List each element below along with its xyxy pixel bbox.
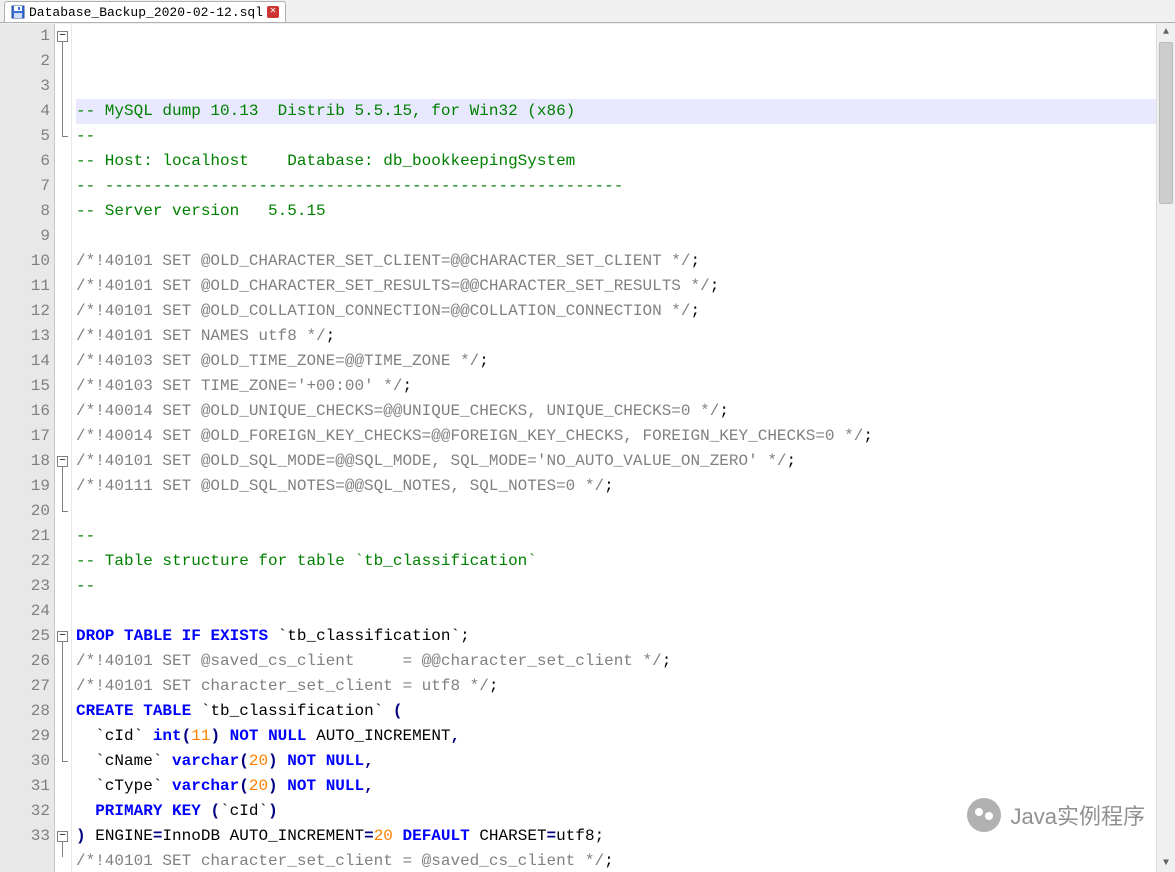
code-line[interactable]: /*!40101 SET @OLD_COLLATION_CONNECTION=@… bbox=[76, 299, 1156, 324]
line-number: 31 bbox=[4, 774, 50, 799]
code-line[interactable]: -- bbox=[76, 524, 1156, 549]
file-tab[interactable]: Database_Backup_2020-02-12.sql ✕ bbox=[4, 1, 286, 22]
line-number: 13 bbox=[4, 324, 50, 349]
line-number: 10 bbox=[4, 249, 50, 274]
active-line-highlight bbox=[72, 24, 1156, 49]
line-number: 7 bbox=[4, 174, 50, 199]
fold-end-mark bbox=[62, 761, 68, 762]
code-editor[interactable]: 1234567891011121314151617181920212223242… bbox=[0, 23, 1175, 872]
fold-column: − − − − bbox=[55, 24, 72, 872]
line-number: 5 bbox=[4, 124, 50, 149]
line-number: 12 bbox=[4, 299, 50, 324]
line-number: 24 bbox=[4, 599, 50, 624]
fold-toggle-icon[interactable]: − bbox=[57, 631, 68, 642]
line-number: 1 bbox=[4, 24, 50, 49]
line-number: 8 bbox=[4, 199, 50, 224]
vertical-scrollbar[interactable]: ▲ ▼ bbox=[1156, 24, 1175, 872]
line-number: 14 bbox=[4, 349, 50, 374]
scroll-up-icon[interactable]: ▲ bbox=[1157, 24, 1175, 41]
fold-end-mark bbox=[62, 136, 68, 137]
line-number: 9 bbox=[4, 224, 50, 249]
line-number: 21 bbox=[4, 524, 50, 549]
close-icon[interactable]: ✕ bbox=[267, 6, 279, 18]
line-number: 27 bbox=[4, 674, 50, 699]
line-number: 17 bbox=[4, 424, 50, 449]
line-number: 2 bbox=[4, 49, 50, 74]
code-line[interactable]: /*!40103 SET TIME_ZONE='+00:00' */; bbox=[76, 374, 1156, 399]
code-line[interactable]: /*!40101 SET @saved_cs_client = @@charac… bbox=[76, 649, 1156, 674]
line-number: 3 bbox=[4, 74, 50, 99]
code-line[interactable]: /*!40014 SET @OLD_FOREIGN_KEY_CHECKS=@@F… bbox=[76, 424, 1156, 449]
line-number: 20 bbox=[4, 499, 50, 524]
code-line[interactable]: /*!40101 SET @OLD_SQL_MODE=@@SQL_MODE, S… bbox=[76, 449, 1156, 474]
code-line[interactable]: -- Server version 5.5.15 bbox=[76, 199, 1156, 224]
save-icon bbox=[11, 5, 25, 19]
wechat-icon bbox=[967, 798, 1001, 832]
code-line[interactable]: CREATE TABLE `tb_classification` ( bbox=[76, 699, 1156, 724]
line-number: 16 bbox=[4, 399, 50, 424]
line-number: 25 bbox=[4, 624, 50, 649]
fold-toggle-icon[interactable]: − bbox=[57, 31, 68, 42]
code-line[interactable]: /*!40101 SET character_set_client = utf8… bbox=[76, 674, 1156, 699]
code-line[interactable] bbox=[76, 599, 1156, 624]
code-area[interactable]: -- MySQL dump 10.13 Distrib 5.5.15, for … bbox=[72, 24, 1156, 872]
code-line[interactable]: /*!40111 SET @OLD_SQL_NOTES=@@SQL_NOTES,… bbox=[76, 474, 1156, 499]
line-number: 28 bbox=[4, 699, 50, 724]
editor-tabstrip: Database_Backup_2020-02-12.sql ✕ bbox=[0, 0, 1175, 23]
line-number: 6 bbox=[4, 149, 50, 174]
tab-filename: Database_Backup_2020-02-12.sql bbox=[29, 5, 263, 20]
line-number: 23 bbox=[4, 574, 50, 599]
line-number: 19 bbox=[4, 474, 50, 499]
fold-guide-line bbox=[62, 842, 63, 857]
watermark: Java实例程序 bbox=[967, 798, 1145, 832]
code-line[interactable]: -- MySQL dump 10.13 Distrib 5.5.15, for … bbox=[76, 99, 1156, 124]
code-line[interactable] bbox=[76, 224, 1156, 249]
scroll-down-icon[interactable]: ▼ bbox=[1157, 855, 1175, 872]
code-line[interactable]: /*!40101 SET NAMES utf8 */; bbox=[76, 324, 1156, 349]
fold-toggle-icon[interactable]: − bbox=[57, 456, 68, 467]
code-line[interactable]: /*!40101 SET @OLD_CHARACTER_SET_RESULTS=… bbox=[76, 274, 1156, 299]
line-number: 30 bbox=[4, 749, 50, 774]
line-number: 11 bbox=[4, 274, 50, 299]
scroll-thumb[interactable] bbox=[1159, 42, 1173, 204]
code-line[interactable] bbox=[76, 499, 1156, 524]
fold-toggle-icon[interactable]: − bbox=[57, 831, 68, 842]
code-line[interactable]: `cName` varchar(20) NOT NULL, bbox=[76, 749, 1156, 774]
code-line[interactable]: -- bbox=[76, 124, 1156, 149]
code-line[interactable]: /*!40014 SET @OLD_UNIQUE_CHECKS=@@UNIQUE… bbox=[76, 399, 1156, 424]
code-line[interactable]: -- bbox=[76, 574, 1156, 599]
fold-guide-line bbox=[62, 642, 63, 761]
line-number: 15 bbox=[4, 374, 50, 399]
code-line[interactable]: /*!40103 SET @OLD_TIME_ZONE=@@TIME_ZONE … bbox=[76, 349, 1156, 374]
line-number: 33 bbox=[4, 824, 50, 849]
line-number: 32 bbox=[4, 799, 50, 824]
code-line[interactable]: /*!40101 SET character_set_client = @sav… bbox=[76, 849, 1156, 872]
line-number-gutter: 1234567891011121314151617181920212223242… bbox=[0, 24, 55, 872]
line-number: 26 bbox=[4, 649, 50, 674]
code-line[interactable]: `cType` varchar(20) NOT NULL, bbox=[76, 774, 1156, 799]
code-line[interactable]: /*!40101 SET @OLD_CHARACTER_SET_CLIENT=@… bbox=[76, 249, 1156, 274]
line-number: 18 bbox=[4, 449, 50, 474]
code-line[interactable]: -- Host: localhost Database: db_bookkeep… bbox=[76, 149, 1156, 174]
watermark-text: Java实例程序 bbox=[1011, 799, 1145, 831]
fold-end-mark bbox=[62, 511, 68, 512]
line-number: 29 bbox=[4, 724, 50, 749]
code-line[interactable]: `cId` int(11) NOT NULL AUTO_INCREMENT, bbox=[76, 724, 1156, 749]
fold-guide-line bbox=[62, 467, 63, 511]
code-line[interactable]: -- Table structure for table `tb_classif… bbox=[76, 549, 1156, 574]
fold-guide-line bbox=[62, 42, 63, 136]
code-line[interactable]: DROP TABLE IF EXISTS `tb_classification`… bbox=[76, 624, 1156, 649]
code-line[interactable]: -- -------------------------------------… bbox=[76, 174, 1156, 199]
line-number: 4 bbox=[4, 99, 50, 124]
line-number: 22 bbox=[4, 549, 50, 574]
